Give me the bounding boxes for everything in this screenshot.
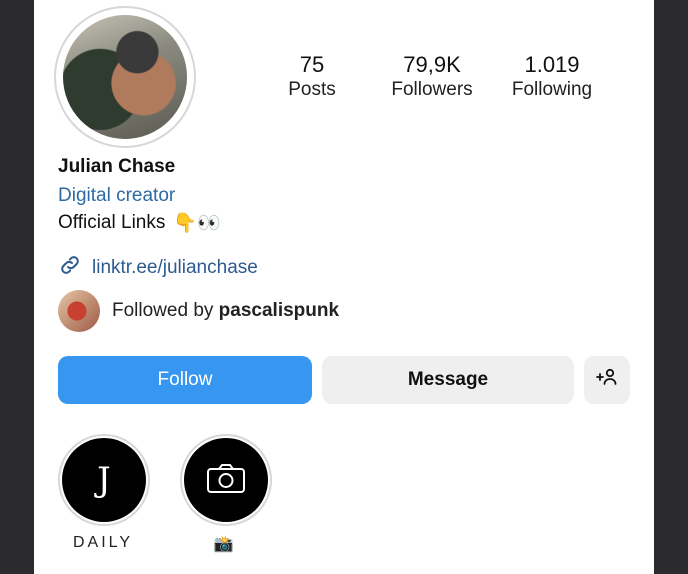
message-button[interactable]: Message (322, 356, 574, 404)
profile-photo (63, 15, 187, 139)
bio-emojis: 👇👀 (173, 213, 221, 234)
stat-followers[interactable]: 79,9K Followers (372, 52, 492, 102)
add-user-icon (595, 365, 619, 395)
followed-by-prefix: Followed by (112, 300, 219, 321)
follow-button[interactable]: Follow (58, 356, 312, 404)
stat-posts[interactable]: 75 Posts (252, 52, 372, 102)
followed-by-username[interactable]: pascalispunk (219, 300, 339, 321)
stat-following-value: 1.019 (524, 52, 580, 77)
profile-category[interactable]: Digital creator (58, 185, 175, 207)
profile-link[interactable]: linktr.ee/julianchase (92, 257, 258, 279)
profile-name: Julian Chase (58, 156, 176, 177)
add-user-button[interactable] (584, 356, 630, 404)
highlight-j-letter: J (97, 460, 111, 500)
highlight-label: 📸 (213, 536, 237, 553)
stat-following[interactable]: 1.019 Following (492, 52, 612, 102)
highlight-ring: J (58, 434, 150, 526)
profile-avatar[interactable] (54, 6, 196, 148)
profile-link-row[interactable]: linktr.ee/julianchase (58, 253, 258, 282)
followed-by-text: Followed by pascalispunk (112, 300, 339, 322)
highlight-daily[interactable]: J DAILY (58, 434, 150, 552)
highlight-label: DAILY (72, 534, 134, 551)
highlight-cover: J (62, 438, 146, 522)
follower-avatar[interactable] (58, 290, 100, 332)
stat-followers-label: Followers (391, 79, 473, 100)
highlight-ring (180, 434, 272, 526)
highlight-cover (184, 438, 268, 522)
stat-followers-value: 79,9K (403, 52, 461, 77)
stat-posts-value: 75 (299, 52, 325, 77)
camera-icon (206, 462, 246, 499)
link-icon (58, 253, 82, 282)
highlight-camera[interactable]: 📸 (180, 434, 272, 554)
profile-panel: 75 Posts 79,9K Followers 1.019 Following… (34, 0, 654, 574)
profile-bio: Official Links 👇👀 (58, 211, 221, 235)
stat-following-label: Following (511, 79, 593, 100)
stat-posts-label: Posts (288, 79, 336, 100)
followed-by-row[interactable]: Followed by pascalispunk (58, 290, 339, 332)
bio-text: Official Links (58, 212, 166, 233)
